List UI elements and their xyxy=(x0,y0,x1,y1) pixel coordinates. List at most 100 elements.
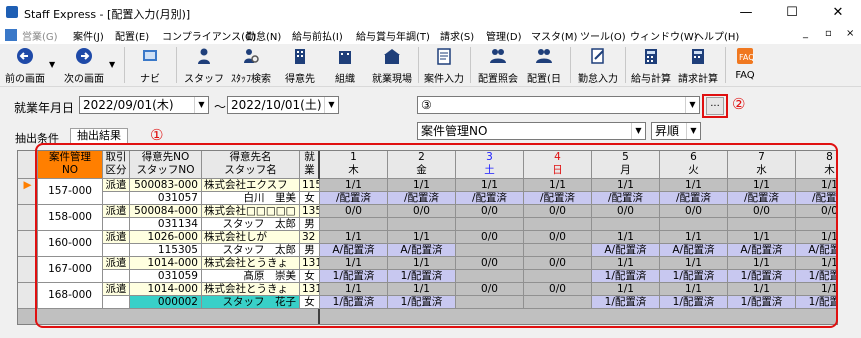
menu-maebarai[interactable]: 給与前払(I) xyxy=(292,28,343,43)
annotation-box-1 xyxy=(35,143,838,328)
minimize-button[interactable]: — xyxy=(723,0,769,26)
staff-search-icon xyxy=(244,49,259,63)
annotation-1: ① xyxy=(150,126,164,144)
forward-dropdown-icon[interactable]: ▼ xyxy=(109,60,115,69)
toolbar-separator xyxy=(625,47,626,83)
sort-field-value: 案件管理NO xyxy=(421,124,488,138)
billing-button[interactable]: 請求計算 xyxy=(675,47,721,85)
attendance-input-button[interactable]: 勤怠入力 xyxy=(574,47,622,85)
maximize-button[interactable]: ☐ xyxy=(769,0,815,26)
mdi-minimize-button[interactable]: _ xyxy=(803,28,808,39)
placement-inquiry-label: 配置照会 xyxy=(478,74,518,85)
staff-search-button[interactable]: ｽﾀｯﾌ検索 xyxy=(227,47,275,85)
menu-master[interactable]: マスタ(M) xyxy=(531,28,577,43)
staff-label: スタッフ xyxy=(184,74,224,85)
attendance-input-label: 勤怠入力 xyxy=(578,74,618,85)
faq-icon: FAQ xyxy=(737,48,755,64)
client-button[interactable]: 得意先 xyxy=(278,47,322,85)
placement-day-label: 配置(日 xyxy=(527,74,561,85)
mdi-restore-button[interactable]: ▫ xyxy=(825,28,832,39)
menu-tool[interactable]: ツール(O) xyxy=(580,28,626,43)
case-input-button[interactable]: 案件入力 xyxy=(421,47,467,85)
organization-icon xyxy=(339,51,351,64)
worksite-button[interactable]: 就業現場 xyxy=(368,47,416,85)
toolbar-separator xyxy=(470,47,471,83)
organization-label: 組織 xyxy=(335,74,355,85)
toolbar-separator xyxy=(418,47,419,83)
menu-haichi[interactable]: 配置(E) xyxy=(115,28,149,43)
chevron-down-icon: ▼ xyxy=(685,97,699,113)
back-button[interactable]: 前の画面 xyxy=(3,47,47,85)
menu-kanri[interactable]: 管理(D) xyxy=(486,28,522,43)
staff-icon xyxy=(198,48,210,64)
forward-label: 次の画面 xyxy=(64,74,104,85)
chevron-down-icon: ▼ xyxy=(686,123,700,139)
tilde: ～ xyxy=(214,100,227,114)
date-to-select[interactable]: 2022/10/01(土) ▼ xyxy=(227,96,339,114)
forward-button[interactable]: 次の画面 xyxy=(60,47,108,85)
date-to-value: 2022/10/01(土) xyxy=(231,98,322,112)
sort-field-select[interactable]: 案件管理NO ▼ xyxy=(417,122,646,140)
menu-kintai[interactable]: 勤怠(N) xyxy=(246,28,281,43)
payroll-icon xyxy=(645,49,657,64)
menu-help[interactable]: ヘルプ(H) xyxy=(694,28,739,43)
filter-value: ③ xyxy=(421,98,432,112)
menu-kyuyo[interactable]: 給与賞与年調(T) xyxy=(356,28,430,43)
billing-label: 請求計算 xyxy=(678,74,718,85)
payroll-label: 給与計算 xyxy=(631,74,671,85)
case-input-icon xyxy=(437,48,451,65)
placement-day-icon xyxy=(536,49,552,63)
chevron-down-icon: ▼ xyxy=(324,97,338,113)
sort-order-value: 昇順 xyxy=(655,124,680,138)
billing-icon xyxy=(692,49,704,64)
worksite-icon xyxy=(384,49,400,64)
staff-button[interactable]: スタッフ xyxy=(182,47,226,85)
placement-inquiry-button[interactable]: 配置照会 xyxy=(474,47,522,85)
navi-button[interactable]: ナビ xyxy=(130,47,170,85)
app-icon xyxy=(6,6,18,18)
payroll-button[interactable]: 給与計算 xyxy=(628,47,674,85)
forward-arrow-icon xyxy=(76,48,92,64)
toolbar-separator xyxy=(725,47,726,83)
toolbar-separator xyxy=(570,47,571,83)
menu-seikyu[interactable]: 請求(S) xyxy=(440,28,474,43)
navi-icon xyxy=(143,50,157,61)
ellipsis-button[interactable]: ... xyxy=(706,97,724,115)
back-arrow-icon xyxy=(17,48,33,64)
title-bar: Staff Express - [配置入力(月別)] — ☐ ✕ xyxy=(0,0,861,26)
mdi-close-button[interactable]: × xyxy=(846,28,854,39)
client-label: 得意先 xyxy=(285,74,315,85)
chevron-down-icon: ▼ xyxy=(631,123,645,139)
chevron-down-icon: ▼ xyxy=(194,97,208,113)
menu-compliance[interactable]: コンプライアンス(C) xyxy=(162,28,256,43)
case-input-label: 案件入力 xyxy=(424,74,464,85)
mdi-icon xyxy=(5,29,17,41)
menu-window[interactable]: ウィンドウ(W) xyxy=(630,28,698,43)
worksite-label: 就業現場 xyxy=(372,74,412,85)
menu-eigyo[interactable]: 営業(G) xyxy=(22,28,58,43)
period-label: 就業年月日 xyxy=(14,101,75,115)
faq-button[interactable]: FAQ FAQ xyxy=(729,47,761,85)
menu-anken[interactable]: 案件(J) xyxy=(73,28,104,43)
navi-label: ナビ xyxy=(140,74,160,85)
toolbar-separator xyxy=(176,47,177,83)
back-dropdown-icon[interactable]: ▼ xyxy=(49,60,55,69)
placement-day-button[interactable]: 配置(日 xyxy=(524,47,564,85)
placement-inquiry-icon xyxy=(490,49,506,63)
window-title: Staff Express - [配置入力(月別)] xyxy=(24,8,191,21)
client-icon xyxy=(295,49,305,64)
date-from-select[interactable]: 2022/09/01(木) ▼ xyxy=(79,96,209,114)
sort-order-select[interactable]: 昇順 ▼ xyxy=(651,122,701,140)
faq-label: FAQ xyxy=(735,70,755,81)
attendance-input-icon xyxy=(591,48,604,64)
close-button[interactable]: ✕ xyxy=(815,0,861,26)
svg-text:FAQ: FAQ xyxy=(739,53,754,62)
date-from-value: 2022/09/01(木) xyxy=(83,98,174,112)
toolbar-separator xyxy=(124,47,125,83)
organization-button[interactable]: 組織 xyxy=(325,47,365,85)
tab-results[interactable]: 抽出結果 xyxy=(70,128,128,144)
back-label: 前の画面 xyxy=(5,74,45,85)
annotation-2: ② xyxy=(732,95,746,113)
staff-search-label: ｽﾀｯﾌ検索 xyxy=(231,74,271,85)
filter-select[interactable]: ③ ▼ xyxy=(417,96,700,114)
